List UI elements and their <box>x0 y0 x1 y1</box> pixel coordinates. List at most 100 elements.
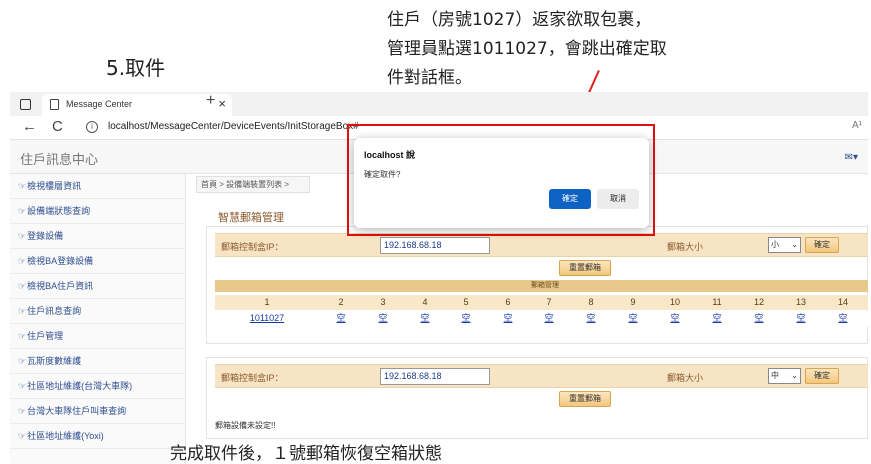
mailbox-status-row: 1011027 空空空空空空空空空空空空空 <box>215 311 868 327</box>
mailbox-empty-link[interactable]: 空 <box>786 311 816 326</box>
mailbox-number: 8 <box>588 297 594 307</box>
sidebar-item-ba-devices[interactable]: ☞檢視BA登錄設備 <box>10 249 186 274</box>
sidebar-item-device-status[interactable]: ☞設備端狀態查詢 <box>10 199 186 224</box>
pointing-hand-icon: ☞ <box>18 206 27 216</box>
mailbox-panel-2: 郵箱控制盒IP： 192.168.68.18 郵箱大小 中 ⌄ 確定 重置郵箱 郵… <box>206 357 868 439</box>
read-aloud-icon[interactable]: A¹ <box>852 120 862 131</box>
mailbox-number: 1 <box>264 297 270 307</box>
mailbox-size-label: 郵箱大小 <box>667 373 704 383</box>
chevron-down-icon: ⌄ <box>791 371 798 380</box>
sidebar-item-label: 社區地址維護(台灣大車隊) <box>27 381 133 391</box>
mailbox-empty-link[interactable]: 空 <box>618 311 648 326</box>
mailbox-number: 7 <box>546 297 552 307</box>
pointing-hand-icon: ☞ <box>18 406 27 416</box>
pointing-hand-icon: ☞ <box>18 381 27 391</box>
top-annotation: 住戶（房號1027）返家欲取包裹， 管理員點選1011027，會跳出確定取 件對… <box>387 6 707 93</box>
top-annotation-line: 件對話框。 <box>387 68 472 88</box>
tab-title: Message Center <box>66 99 133 109</box>
pointing-hand-icon: ☞ <box>18 256 27 266</box>
mailbox-size-select[interactable]: 小 ⌄ <box>768 237 801 253</box>
device-status-text: 郵箱設備未設定!! <box>215 421 276 430</box>
sidebar-item-resident-messages[interactable]: ☞住戶訊息查詢 <box>10 299 186 324</box>
sidebar-item-label: 檢視樓層資訊 <box>27 181 82 191</box>
sidebar-item-floor-info[interactable]: ☞檢視樓層資訊 <box>10 174 186 199</box>
page-icon <box>50 99 59 110</box>
new-tab-icon[interactable]: + <box>206 92 215 110</box>
confirm-size-button[interactable]: 確定 <box>805 237 839 253</box>
bottom-annotation: 完成取件後，１號郵箱恢復空箱狀態 <box>170 444 442 464</box>
mailbox-number: 6 <box>505 297 511 307</box>
step-label: 5.取件 <box>106 56 166 80</box>
mailbox-empty-link[interactable]: 空 <box>828 311 858 326</box>
page-title: 智慧郵箱管理 <box>218 212 284 224</box>
chevron-down-icon: ⌄ <box>791 240 798 249</box>
mailbox-number: 2 <box>338 297 344 307</box>
sidebar-item-address-yoxi[interactable]: ☞社區地址維護(Yoxi) <box>10 424 186 449</box>
sidebar-item-label: 檢視BA住戶資訊 <box>27 281 94 291</box>
sidebar-item-gas-readings[interactable]: ☞瓦斯度數維護 <box>10 349 186 374</box>
confirm-size-button[interactable]: 確定 <box>805 368 839 384</box>
dialog-ok-button[interactable]: 確定 <box>549 189 591 209</box>
mailbox-size-select[interactable]: 中 ⌄ <box>768 368 801 384</box>
sidebar-item-register-device[interactable]: ☞登錄設備 <box>10 224 186 249</box>
controller-ip-label: 郵箱控制盒IP： <box>221 373 284 383</box>
sidebar-item-label: 檢視BA登錄設備 <box>27 256 94 266</box>
reset-mailbox-button[interactable]: 重置郵箱 <box>559 260 611 276</box>
mailbox-number: 10 <box>669 297 680 307</box>
pointing-hand-icon: ☞ <box>18 431 27 441</box>
mailbox-empty-link[interactable]: 空 <box>660 311 690 326</box>
size-select-value: 中 <box>771 371 779 380</box>
sidebar-item-label: 住戶管理 <box>27 331 64 341</box>
mailbox-number: 11 <box>712 297 722 307</box>
mailbox-empty-link[interactable]: 空 <box>410 311 440 326</box>
mailbox-number: 3 <box>380 297 386 307</box>
mailbox-number: 4 <box>422 297 428 307</box>
controller-form-row: 郵箱控制盒IP： 192.168.68.18 郵箱大小 中 ⌄ 確定 <box>215 364 868 388</box>
mailbox-empty-link[interactable]: 空 <box>534 311 564 326</box>
mailbox-empty-link[interactable]: 空 <box>576 311 606 326</box>
pointing-hand-icon: ☞ <box>18 331 27 341</box>
sidebar-item-address-taiwan-taxi[interactable]: ☞社區地址維護(台灣大車隊) <box>10 374 186 399</box>
pointing-hand-icon: ☞ <box>18 356 27 366</box>
sidebar-item-label: 住戶訊息查詢 <box>27 306 82 316</box>
tab-close-icon[interactable]: × <box>218 96 226 111</box>
tab-actions-icon[interactable] <box>20 99 31 110</box>
controller-ip-input[interactable]: 192.168.68.18 <box>380 368 490 385</box>
sidebar-item-label: 社區地址維護(Yoxi) <box>27 431 104 441</box>
pointing-hand-icon: ☞ <box>18 231 27 241</box>
mailbox-empty-link[interactable]: 空 <box>368 311 398 326</box>
pointing-hand-icon: ☞ <box>18 306 27 316</box>
dialog-cancel-button[interactable]: 取消 <box>597 189 639 209</box>
mailbox-number: 12 <box>753 297 764 307</box>
sidebar-item-label: 台灣大車隊住戶叫車查詢 <box>27 406 127 416</box>
sidebar-item-taxi-query[interactable]: ☞台灣大車隊住戶叫車查詢 <box>10 399 186 424</box>
confirm-pickup-dialog: localhost 說 確定取件? 確定 取消 <box>354 138 649 228</box>
dialog-title: localhost 說 <box>364 150 416 160</box>
top-annotation-line: 住戶（房號1027）返家欲取包裹， <box>387 10 652 30</box>
mailbox-number-row: 1 2 3 4 5 6 7 8 9 10 11 12 13 14 <box>215 295 868 310</box>
breadcrumb[interactable]: 首頁 > 設備端裝置列表 > <box>196 176 310 193</box>
mailbox-link-1011027[interactable]: 1011027 <box>242 311 292 326</box>
controller-ip-input[interactable]: 192.168.68.18 <box>380 237 490 254</box>
mailbox-number: 14 <box>837 297 848 307</box>
mailbox-panel-1: 郵箱控制盒IP： 192.168.68.18 郵箱大小 小 ⌄ 確定 重置郵箱 郵… <box>206 226 868 344</box>
sidebar-item-resident-management[interactable]: ☞住戶管理 <box>10 324 186 349</box>
dialog-message: 確定取件? <box>364 170 401 179</box>
mailbox-empty-link[interactable]: 空 <box>702 311 732 326</box>
address-bar[interactable]: localhost/MessageCenter/DeviceEvents/Ini… <box>108 121 359 132</box>
mailbox-empty-link[interactable]: 空 <box>493 311 523 326</box>
top-annotation-line: 管理員點選1011027，會跳出確定取 <box>387 39 667 59</box>
sidebar-item-ba-residents[interactable]: ☞檢視BA住戶資訊 <box>10 274 186 299</box>
mailbox-number: 9 <box>630 297 636 307</box>
mail-icon[interactable]: ✉▾ <box>845 152 858 163</box>
mailbox-size-label: 郵箱大小 <box>667 242 704 252</box>
reload-icon[interactable]: C <box>52 118 63 135</box>
info-icon[interactable]: i <box>86 121 98 133</box>
tab-message-center[interactable]: Message Center × <box>42 94 232 116</box>
mailbox-empty-link[interactable]: 空 <box>326 311 356 326</box>
reset-mailbox-button[interactable]: 重置郵箱 <box>559 391 611 407</box>
mailbox-empty-link[interactable]: 空 <box>744 311 774 326</box>
mailbox-empty-link[interactable]: 空 <box>451 311 481 326</box>
back-arrow-icon[interactable]: ← <box>22 118 37 135</box>
controller-form-row: 郵箱控制盒IP： 192.168.68.18 郵箱大小 小 ⌄ 確定 <box>215 233 868 257</box>
